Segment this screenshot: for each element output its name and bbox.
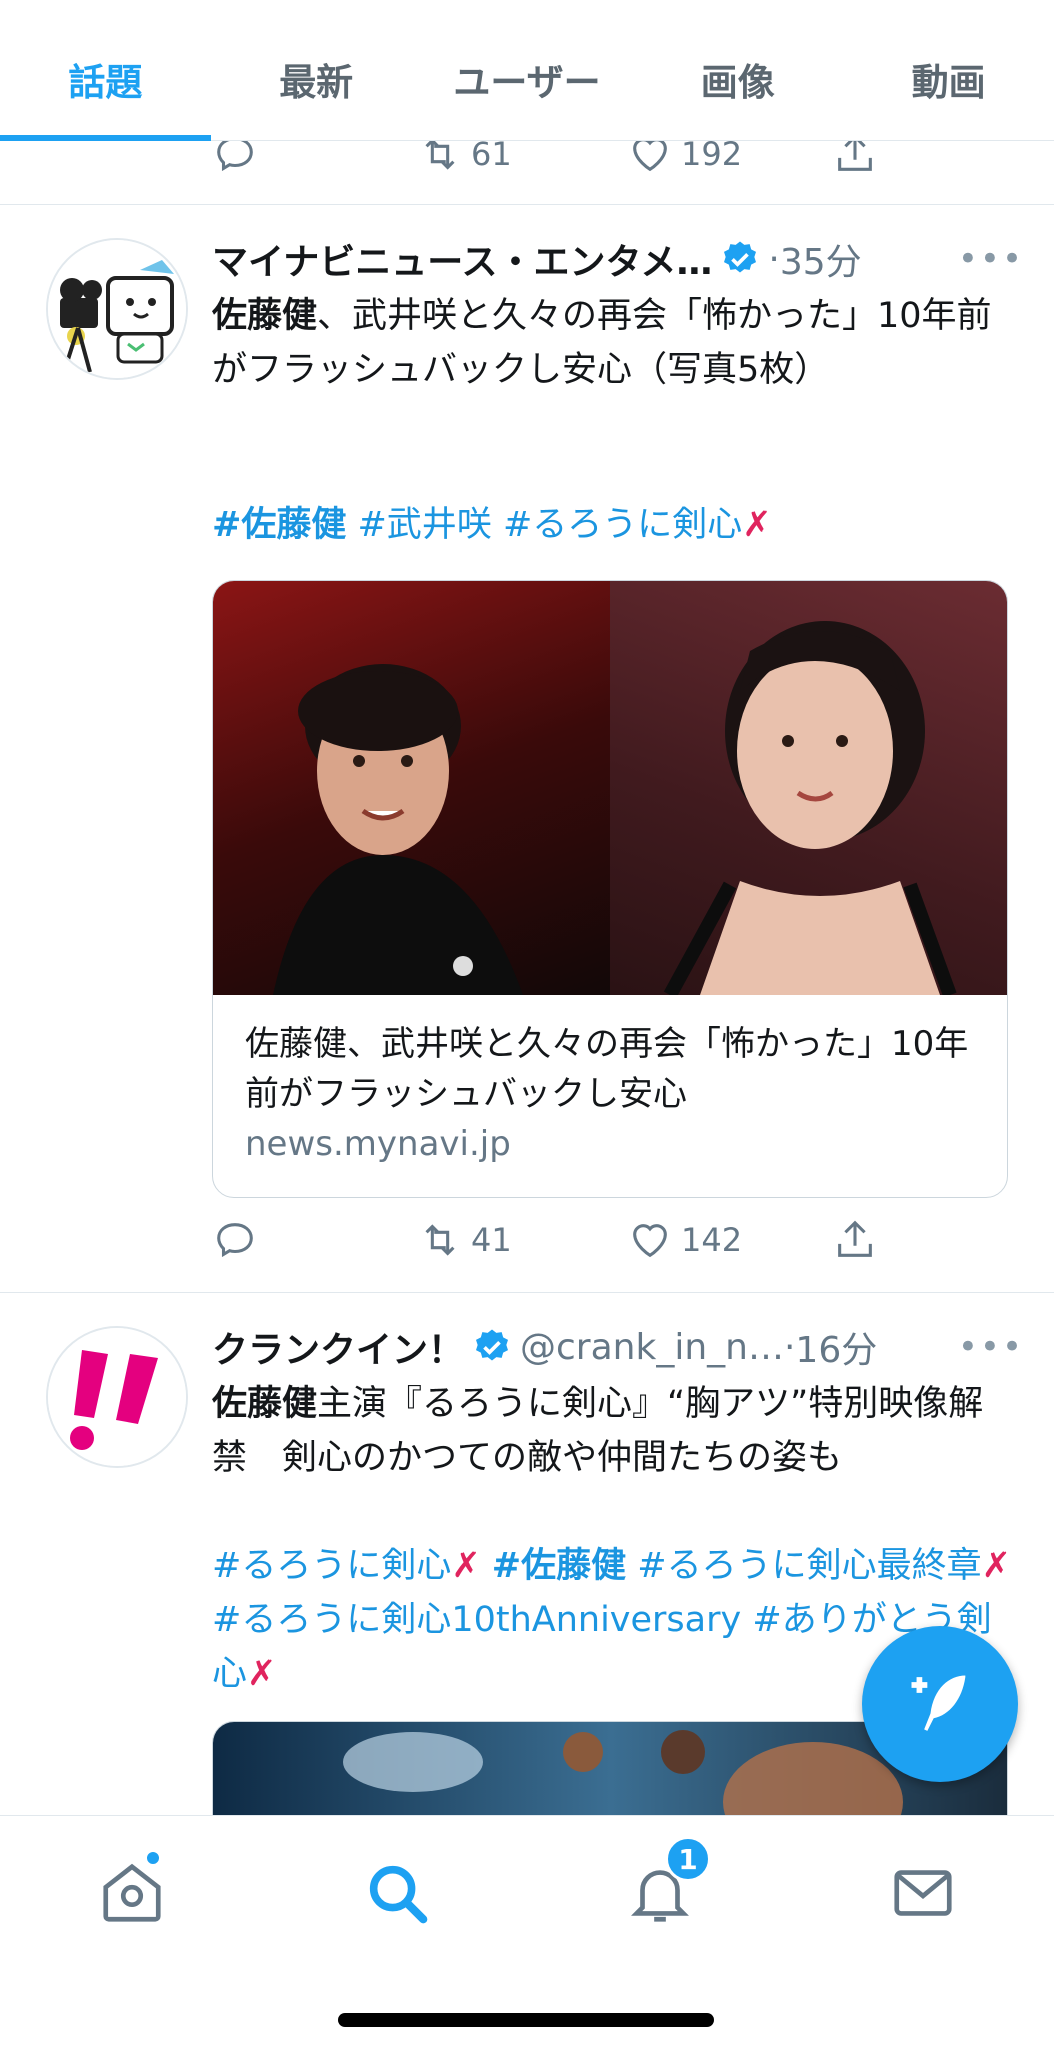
share-icon [838, 1220, 872, 1257]
tab-users[interactable]: ユーザー [422, 0, 633, 140]
reply-button[interactable] [212, 1215, 258, 1265]
tweet-text: 佐藤健、武井咲と久々の再会「怖かった」10年前がフラッシュバックし安心（写真5枚… [212, 289, 1012, 397]
tab-trending[interactable]: 話題 [0, 0, 211, 141]
search-tabs: 話題 最新 ユーザー 画像 動画 [0, 0, 1054, 141]
hashtags: #佐藤健 #武井咲 #るろうに剣心✗ [212, 498, 1012, 552]
partial-tweet: 61 192 [0, 134, 1054, 205]
nav-notifications[interactable]: 1 [625, 1836, 711, 1928]
tweet-header: マイナビニュース・エンタメ… · 35分 ••• [212, 231, 1024, 287]
heart-icon [633, 1224, 667, 1258]
hashtag-link[interactable]: #佐藤健 [492, 1546, 626, 1586]
hashtag-link[interactable]: #るろうに剣心最終章 [637, 1546, 981, 1586]
camera-mascot-icon [48, 240, 186, 378]
hashtag-link[interactable]: #佐藤健 [212, 505, 346, 545]
hashtag-link[interactable]: #るろうに剣心10thAnniversary [212, 1600, 741, 1640]
reply-icon [217, 1223, 253, 1258]
tweet-header: クランクイン！ @crank_in_n… · 16分 ••• [212, 1319, 1024, 1375]
link-card[interactable]: 佐藤健、武井咲と久々の再会「怖かった」10年前がフラッシュバックし安心 news… [212, 580, 1008, 1198]
photo-actor [213, 581, 610, 995]
link-card-image [213, 581, 1007, 999]
timestamp[interactable]: 16分 [795, 1321, 877, 1373]
retweet-count: 41 [471, 1221, 512, 1259]
tweet-text: 佐藤健主演『るろうに剣心』“胸アツ”特別映像解禁 剣心のかつての敵や仲間たちの姿… [212, 1377, 1012, 1485]
share-button[interactable] [832, 1215, 878, 1265]
tweet-actions: 41 142 [212, 1215, 872, 1265]
compose-tweet-button[interactable] [862, 1626, 1018, 1782]
link-card-body: 佐藤健、武井咲と久々の再会「怖かった」10年前がフラッシュバックし安心 news… [213, 995, 1007, 1195]
hashtag-link[interactable]: #武井咲 [357, 505, 491, 545]
like-button[interactable]: 142 [627, 1215, 742, 1265]
nav-home[interactable] [97, 1850, 167, 1928]
hashtag-link[interactable]: #るろうに剣心 [503, 505, 742, 545]
link-card-title: 佐藤健、武井咲と久々の再会「怖かった」10年前がフラッシュバックし安心 [245, 1024, 969, 1114]
tweet-actions: 61 192 [212, 134, 872, 191]
verified-badge-icon [724, 241, 757, 273]
avatar[interactable] [46, 238, 188, 380]
nav-search[interactable] [362, 1858, 432, 1928]
more-options-button[interactable]: ••• [958, 239, 1024, 279]
mail-icon [894, 1870, 952, 1916]
retweet-icon [425, 1224, 455, 1256]
display-name[interactable]: クランクイン！ [212, 1321, 464, 1373]
timestamp[interactable]: 35分 [780, 233, 862, 285]
tweet-body: 主演『るろうに剣心』“胸アツ”特別映像解禁 剣心のかつての敵や仲間たちの姿も [212, 1384, 984, 1478]
user-handle[interactable]: @crank_in_n… [520, 1327, 784, 1368]
keyword-highlight: 佐藤健 [212, 296, 318, 336]
sword-emoji-icon: ✗ [451, 1546, 481, 1586]
more-options-button[interactable]: ••• [958, 1327, 1024, 1367]
photo-actress [610, 581, 1007, 999]
compose-feather-icon [911, 1675, 966, 1731]
tab-images[interactable]: 画像 [632, 0, 843, 140]
link-card-domain: news.mynavi.jp [245, 1124, 511, 1164]
home-icon [103, 1863, 161, 1922]
sword-emoji-icon: ✗ [742, 505, 772, 545]
exclamation-logo-icon [48, 1328, 186, 1466]
sword-emoji-icon: ✗ [247, 1654, 277, 1694]
keyword-highlight: 佐藤健 [212, 1384, 318, 1424]
verified-badge-icon [476, 1329, 509, 1361]
notifications-badge: 1 [665, 1836, 711, 1882]
tweet[interactable]: マイナビニュース・エンタメ… · 35分 ••• 佐藤健、武井咲と久々の再会「怖… [0, 205, 1054, 1292]
display-name[interactable]: マイナビニュース・エンタメ… [212, 233, 712, 285]
separator: · [768, 238, 780, 280]
retweet-button[interactable]: 41 [417, 1215, 512, 1265]
avatar[interactable] [46, 1326, 188, 1468]
home-indicator [338, 2013, 714, 2027]
hashtag-link[interactable]: #るろうに剣心 [212, 1546, 451, 1586]
sword-emoji-icon: ✗ [981, 1546, 1011, 1586]
separator: · [783, 1326, 796, 1368]
new-content-dot [145, 1850, 161, 1866]
tab-latest[interactable]: 最新 [211, 0, 422, 140]
tweet-body: 、武井咲と久々の再会「怖かった」10年前がフラッシュバックし安心（写真5枚） [212, 296, 992, 390]
tab-videos[interactable]: 動画 [843, 0, 1054, 140]
nav-messages[interactable] [888, 1858, 958, 1928]
search-icon [369, 1865, 428, 1924]
like-count: 142 [681, 1221, 743, 1259]
